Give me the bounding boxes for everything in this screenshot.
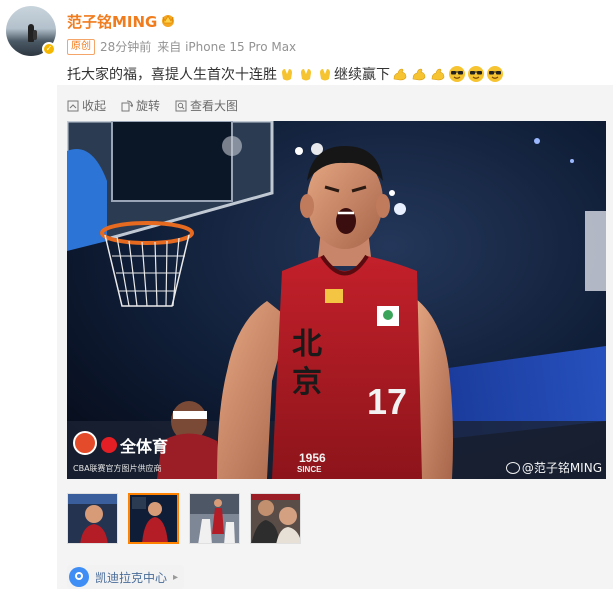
weibo-watermark-user: @范子铭MING <box>521 461 602 475</box>
brand-logo-icon <box>101 437 117 453</box>
gallery-toolbar: 收起 旋转 查看大图 <box>67 97 253 114</box>
collapse-icon <box>67 100 79 111</box>
post-content: 托大家的福，喜提人生首次十连胜 继续赢下 <box>67 64 504 84</box>
chevron-right-icon: ▸ <box>173 571 179 583</box>
rotate-label: 旋转 <box>136 99 161 113</box>
flexed-biceps-icon <box>412 68 425 81</box>
collapse-button[interactable]: 收起 <box>67 97 106 114</box>
jersey-since: SINCE <box>297 465 322 474</box>
jersey-year: 1956 <box>299 451 326 465</box>
collapse-label: 收起 <box>82 99 107 113</box>
post-text-part1: 托大家的福，喜提人生首次十连胜 <box>67 67 277 83</box>
view-large-button[interactable]: 查看大图 <box>175 97 238 114</box>
view-large-label: 查看大图 <box>190 99 239 113</box>
post-meta: 原创 28分钟前 来自 iPhone 15 Pro Max <box>67 38 296 55</box>
thumbnail-4-image <box>251 494 300 543</box>
post-text-part2: 继续赢下 <box>334 67 390 83</box>
hands-icon <box>281 69 292 81</box>
main-photo[interactable]: 北京 17 1956 SINCE 全体育 CBA联赛官方图片供应商 @范子铭MI… <box>67 121 606 479</box>
weibo-watermark: @范子铭MING <box>505 459 602 476</box>
watermark-brand-text: 全体育 <box>120 439 169 456</box>
thumbnail-2[interactable] <box>128 493 179 544</box>
author-name[interactable]: 范子铭MING <box>67 11 157 32</box>
watermark-brand: 全体育 <box>101 433 168 457</box>
thumbnail-1[interactable] <box>67 493 118 544</box>
cool-face-icon <box>486 66 503 82</box>
rotate-button[interactable]: 旋转 <box>121 97 160 114</box>
post-time[interactable]: 28分钟前 <box>100 38 151 55</box>
hands-icon <box>300 69 311 81</box>
thumbnail-4[interactable] <box>250 493 301 544</box>
thumbnail-1-image <box>68 494 117 543</box>
cba-logo-icon <box>73 431 97 455</box>
location-pin-icon <box>69 567 89 587</box>
verified-badge-icon: ✓ <box>42 42 56 56</box>
thumbnail-strip <box>67 493 311 544</box>
weibo-logo-icon <box>505 461 520 474</box>
jersey-team-text: 北京 <box>292 327 322 400</box>
avatar-figure-detail <box>33 30 37 40</box>
vip-crown-icon <box>162 15 174 27</box>
location-tag[interactable]: 凯迪拉克中心 ▸ <box>67 565 185 589</box>
rotate-icon <box>121 100 134 111</box>
hands-icon <box>319 69 330 81</box>
thumbnail-2-image <box>130 495 177 542</box>
cool-face-icon <box>467 66 484 82</box>
original-tag: 原创 <box>67 38 95 55</box>
magnifier-icon <box>175 100 187 111</box>
thumbnail-3[interactable] <box>189 493 240 544</box>
flexed-biceps-icon <box>431 68 444 81</box>
watermark-caption: CBA联赛官方图片供应商 <box>73 464 162 473</box>
cool-face-icon <box>448 66 465 82</box>
post-source: 来自 iPhone 15 Pro Max <box>157 40 297 54</box>
jersey-number: 17 <box>367 381 408 422</box>
main-photo-image <box>67 121 606 479</box>
location-name: 凯迪拉克中心 <box>95 570 168 585</box>
flexed-biceps-icon <box>393 68 406 81</box>
thumbnail-3-image <box>190 494 239 543</box>
